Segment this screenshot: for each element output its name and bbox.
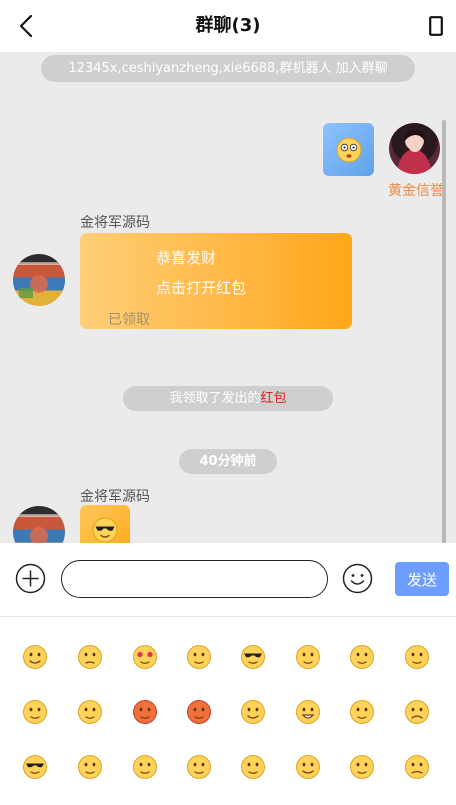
emoji-disappointed[interactable] [72, 639, 108, 675]
zipper-mouth-icon [405, 645, 429, 669]
cool-icon [241, 645, 265, 669]
plus-button[interactable] [15, 563, 46, 594]
emoji-smile[interactable] [17, 639, 53, 675]
avatar[interactable] [13, 254, 65, 306]
message-input[interactable] [61, 560, 328, 598]
vomit-icon [187, 755, 211, 779]
emoji-smirk[interactable] [344, 694, 380, 730]
emoji-worried[interactable] [399, 749, 435, 785]
emoji-blush[interactable] [344, 639, 380, 675]
sender-name: 黄金信誉 [388, 183, 444, 199]
sender-name: 金将军源码 [80, 489, 150, 505]
dizzy-face-icon [336, 137, 361, 162]
smile-icon [296, 755, 320, 779]
phone-button[interactable] [424, 14, 448, 38]
smile-icon [23, 645, 47, 669]
worried-icon [405, 755, 429, 779]
emoji-cry[interactable] [72, 694, 108, 730]
send-button[interactable]: 发送 [395, 562, 449, 596]
emoji-kissing[interactable] [181, 639, 217, 675]
rage-icon [187, 700, 211, 724]
emoji-smile[interactable] [290, 749, 326, 785]
avatar-image-icon [13, 262, 65, 298]
phone-icon [429, 16, 443, 36]
input-bar: 发送 [0, 543, 456, 617]
emoji-message-bubble[interactable] [323, 123, 374, 176]
smirk-icon [350, 700, 374, 724]
red-packet-open-link[interactable]: 点击打开红包 [156, 277, 246, 298]
kissing-icon [187, 645, 211, 669]
emoji-sleepy[interactable] [17, 694, 53, 730]
emoji-scream[interactable] [290, 639, 326, 675]
emoji-grin[interactable] [290, 694, 326, 730]
cool-face-icon [92, 517, 118, 543]
red-packet-message[interactable]: 恭喜发财 点击打开红包 已领取 [80, 233, 352, 329]
join-notice-text: 12345x,ceshiyanzheng,xie6688,群机器人 加入群聊 [68, 61, 388, 76]
cool-icon [23, 755, 47, 779]
emoji-panel [0, 617, 456, 805]
red-packet-receipt-notice: 我领取了发出的红包 [123, 386, 333, 411]
time-stamp: 40分钟前 [179, 449, 277, 474]
receipt-notice-text: 我领取了发出的 [169, 391, 261, 406]
avatar[interactable] [13, 506, 65, 543]
shush-icon [350, 755, 374, 779]
scream-icon [296, 645, 320, 669]
emoji-shush[interactable] [344, 749, 380, 785]
red-packet-greeting: 恭喜发财 [156, 249, 217, 267]
heart-eyes-icon [133, 645, 157, 669]
sad-icon [405, 700, 429, 724]
emoji-tears-of-joy[interactable] [127, 749, 163, 785]
emoji-cool[interactable] [17, 749, 53, 785]
header-bar: 群聊(3) [0, 0, 456, 52]
join-notice: 12345x,ceshiyanzheng,xie6688,群机器人 加入群聊 [41, 55, 415, 82]
sleepy-icon [23, 700, 47, 724]
grin-icon [296, 700, 320, 724]
back-button[interactable] [10, 10, 42, 42]
smile-icon [342, 563, 373, 594]
page-title: 群聊(3) [195, 15, 261, 36]
flushed-icon [78, 755, 102, 779]
chat-scrollbar[interactable] [442, 120, 446, 543]
blush-icon [350, 645, 374, 669]
avatar-image-icon [13, 514, 65, 543]
smile-icon [241, 700, 265, 724]
angry-icon [133, 700, 157, 724]
avatar-portrait-icon [397, 129, 432, 174]
disappointed-icon [78, 645, 102, 669]
emoji-flushed[interactable] [72, 749, 108, 785]
emoji-zipper-mouth[interactable] [399, 639, 435, 675]
emoji-toggle-button[interactable] [342, 563, 373, 594]
time-stamp-text: 40分钟前 [199, 454, 257, 469]
emoji-thinking[interactable] [235, 749, 271, 785]
chevron-left-icon [19, 14, 33, 38]
red-packet-status: 已领取 [108, 312, 150, 328]
emoji-heart-eyes[interactable] [127, 639, 163, 675]
emoji-sad[interactable] [399, 694, 435, 730]
thinking-icon [241, 755, 265, 779]
emoji-rage[interactable] [181, 694, 217, 730]
tears-of-joy-icon [133, 755, 157, 779]
emoji-vomit[interactable] [181, 749, 217, 785]
receipt-notice-highlight[interactable]: 红包 [261, 391, 287, 406]
avatar[interactable] [389, 123, 440, 174]
emoji-angry[interactable] [127, 694, 163, 730]
emoji-cool[interactable] [235, 639, 271, 675]
emoji-smile[interactable] [235, 694, 271, 730]
plus-circle-icon [15, 563, 46, 594]
cry-icon [78, 700, 102, 724]
chat-area[interactable]: 12345x,ceshiyanzheng,xie6688,群机器人 加入群聊 黄… [0, 52, 456, 543]
emoji-message-bubble[interactable] [80, 505, 130, 543]
sender-name: 金将军源码 [80, 215, 150, 231]
